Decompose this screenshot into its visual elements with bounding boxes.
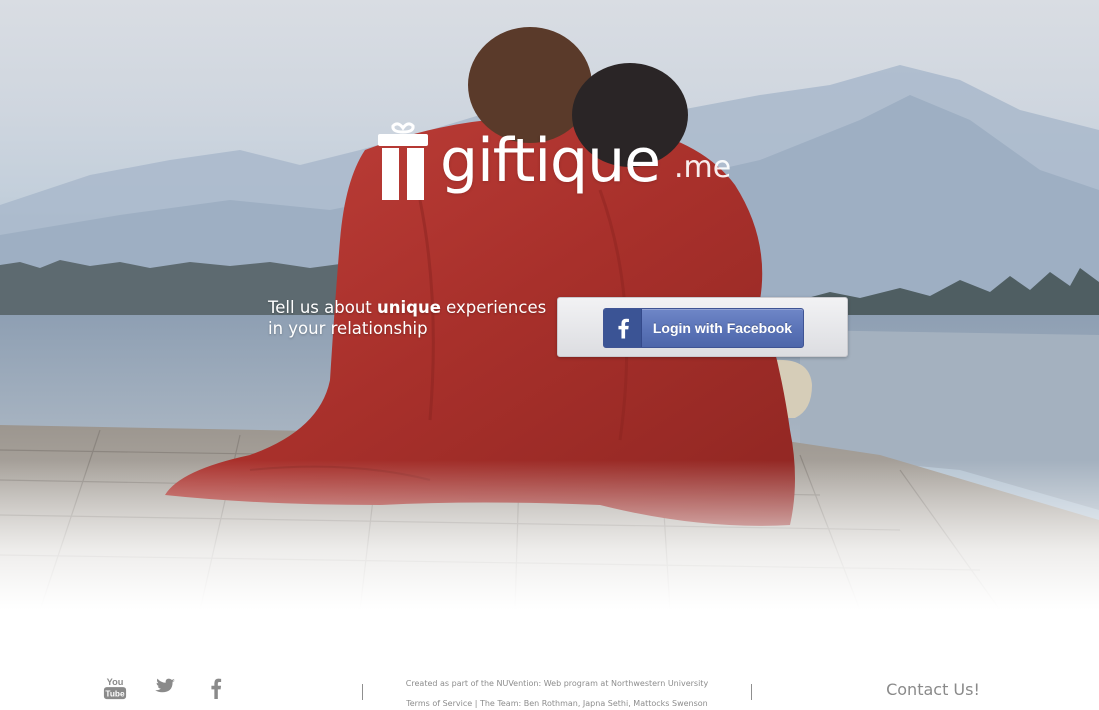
youtube-icon[interactable]: You Tube — [102, 674, 128, 702]
hero-fade-overlay — [0, 460, 1099, 610]
svg-text:Tube: Tube — [105, 688, 125, 698]
footer-divider — [362, 684, 363, 700]
gift-box-icon — [378, 122, 428, 200]
contact-us-link[interactable]: Contact Us! — [860, 680, 1006, 699]
footer-divider — [751, 684, 752, 700]
hero-tagline: Tell us about unique experiences in your… — [268, 297, 548, 339]
brand-logo[interactable]: giftique .me — [376, 120, 746, 210]
facebook-login-button[interactable]: Login with Facebook — [603, 308, 804, 348]
twitter-bird-icon[interactable] — [150, 674, 178, 702]
brand-name: giftique — [440, 126, 661, 196]
brand-tld: .me — [674, 150, 732, 185]
tagline-emphasis: unique — [377, 298, 441, 317]
tagline-line-2: in your relationship — [268, 319, 428, 338]
tagline-pre: Tell us about — [268, 298, 372, 317]
footer-credit-line: Created as part of the NUVention: Web pr… — [405, 679, 709, 688]
svg-text:You: You — [107, 677, 124, 687]
facebook-login-label: Login with Facebook — [652, 320, 793, 336]
facebook-f-icon — [604, 309, 642, 347]
footer-credits: Created as part of the NUVention: Web pr… — [372, 674, 742, 710]
footer: You Tube Created as part of the NUVentio… — [0, 660, 1099, 710]
hero-background — [0, 0, 1099, 610]
facebook-f-icon[interactable] — [206, 674, 226, 702]
footer-links-line[interactable]: Terms of Service | The Team: Ben Rothman… — [372, 694, 742, 710]
tagline-post: experiences — [446, 298, 547, 317]
login-panel: Login with Facebook — [557, 297, 848, 357]
